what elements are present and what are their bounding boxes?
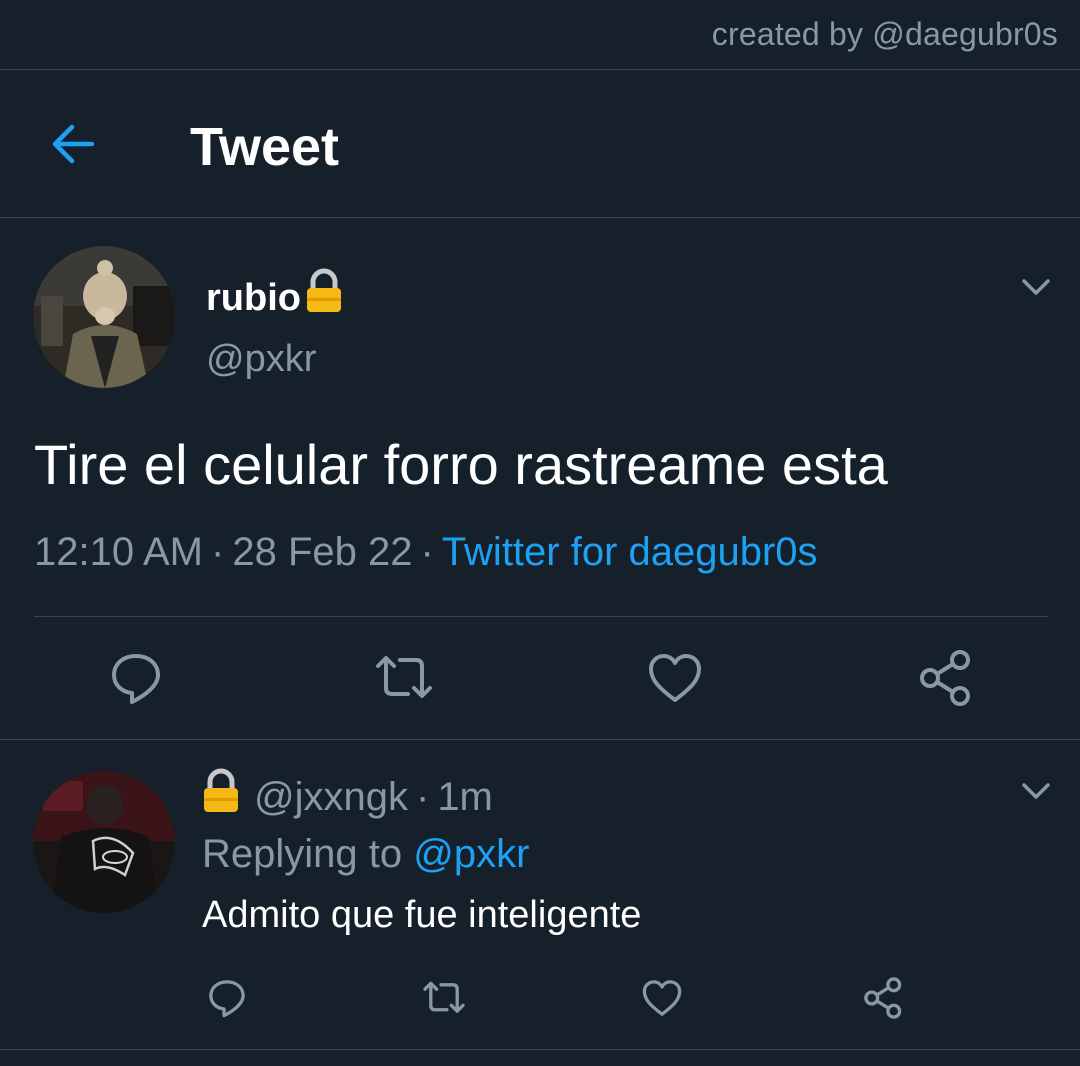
reply-handle[interactable]: @jxxngk [254,775,408,819]
reply-like-button[interactable] [640,976,684,1025]
chevron-down-icon [1022,783,1050,799]
tweet-date: 28 Feb 22 [232,530,413,574]
like-icon [642,980,682,1016]
arrow-left-icon [52,124,95,164]
chevron-down-icon [1022,279,1050,295]
back-button[interactable] [44,114,104,174]
bottom-divider [0,1049,1080,1050]
reply-text: Admito que fue inteligente [202,894,642,936]
page-title: Tweet [190,117,340,177]
lock-icon [202,768,240,824]
tweet-source-link[interactable]: Twitter for daegubr0s [442,530,818,574]
author-name[interactable]: rubio [206,268,343,324]
author-handle[interactable]: @pxkr [206,338,316,381]
reply-icon [112,654,160,704]
reply-button[interactable] [106,648,166,713]
credit-watermark: created by @daegubr0s [711,16,1058,52]
reply-header: @jxxngk · 1m [202,768,493,824]
tweet-meta: 12:10 AM · 28 Feb 22 · Twitter for daegubr0s [34,530,818,575]
share-button[interactable] [914,648,974,713]
header-bar: Tweet [0,70,1080,217]
reply-avatar[interactable] [33,771,175,913]
retweet-icon [423,981,465,1013]
replying-to-mention[interactable]: @pxkr [413,832,529,876]
retweet-icon [376,656,432,698]
header-divider [0,217,1080,218]
replying-to-line: Replying to @pxkr [202,832,529,877]
replying-to-label: Replying to [202,832,403,876]
tweet-text: Tire el celular forro rastreame esta [34,433,888,496]
tweet-time: 12:10 AM [34,530,204,574]
author-name-text: rubio [206,277,301,319]
retweet-button[interactable] [372,648,436,713]
lock-icon [305,268,343,324]
reply-icon [209,980,245,1018]
like-button[interactable] [645,648,705,713]
reply-share-button[interactable] [860,976,904,1025]
reply-options-button[interactable] [1016,770,1056,810]
like-icon [649,654,701,702]
share-icon [920,650,970,706]
share-icon [864,977,902,1019]
avatar[interactable] [33,246,175,388]
reply-retweet-button[interactable] [420,976,468,1025]
meta-divider [34,616,1048,617]
tweet-actions [0,648,1080,708]
tweet-options-button[interactable] [1016,266,1056,306]
meta-separator: · [420,530,434,574]
reply-time: 1m [437,775,493,819]
meta-separator: · [415,775,430,819]
tweet-detail-screen: created by @daegubr0s Tweet rubio @pxkr [0,0,1080,1066]
meta-separator: · [211,530,225,574]
reply-reply-button[interactable] [205,976,249,1025]
actions-divider [0,739,1080,740]
